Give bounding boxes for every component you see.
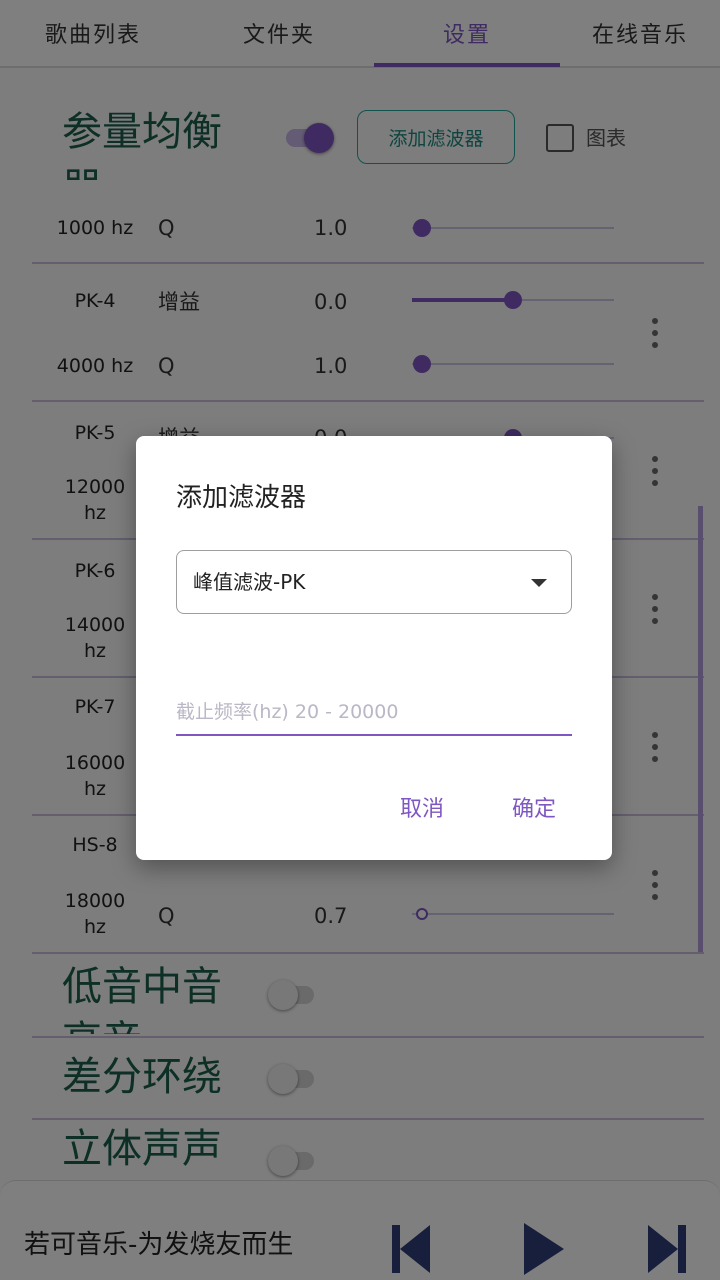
cancel-button[interactable]: 取消 — [400, 792, 444, 828]
confirm-button[interactable]: 确定 — [512, 792, 556, 828]
dropdown-arrow-icon — [531, 579, 547, 587]
filter-type-value: 峰值滤波-PK — [193, 570, 306, 594]
add-filter-dialog: 添加滤波器 峰值滤波-PK 取消 确定 — [136, 436, 612, 860]
filter-type-select[interactable]: 峰值滤波-PK — [176, 550, 572, 614]
dialog-title: 添加滤波器 — [176, 483, 307, 513]
cutoff-frequency-input[interactable] — [176, 690, 572, 736]
